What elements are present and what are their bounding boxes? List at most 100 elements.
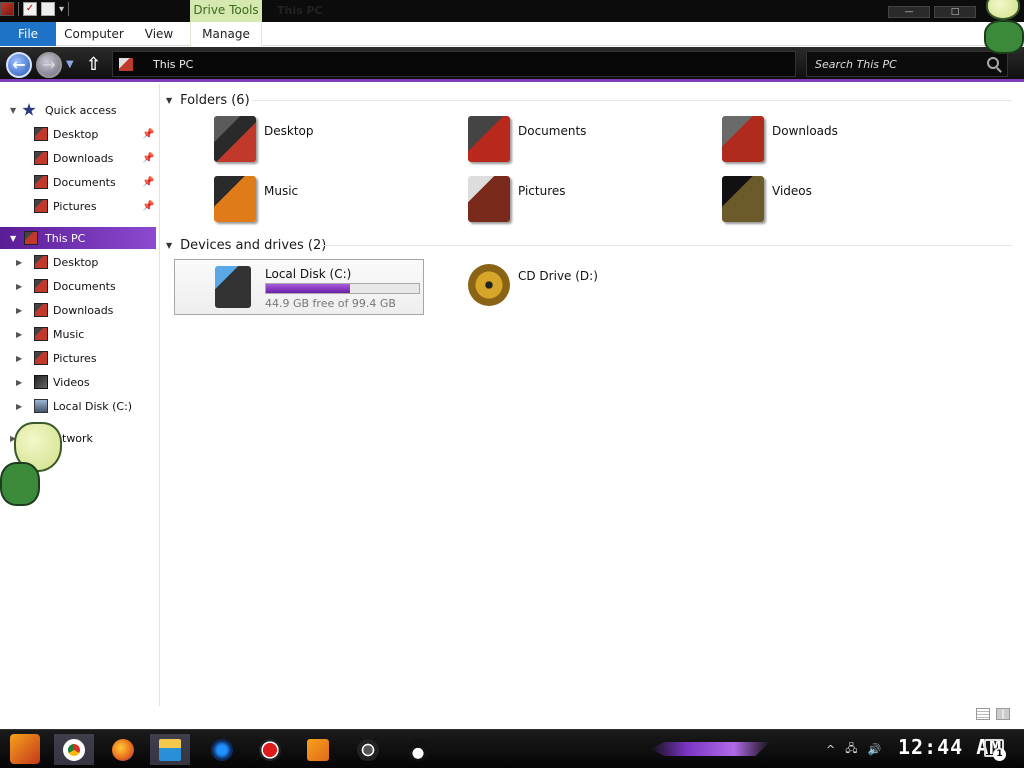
sidebar-item-local-disk[interactable]: ▶ Local Disk (C:) [0,395,156,417]
pictures-icon [34,199,48,213]
sidebar-item-label: Pictures [53,351,97,365]
network-icon[interactable]: 🖧 [845,740,857,759]
tab-file[interactable]: File [0,22,56,46]
sidebar-item-documents[interactable]: Documents 📌 [0,171,156,193]
expand-arrow-icon[interactable]: ▼ [10,106,16,115]
minimize-button[interactable]: — [888,6,930,18]
pin-icon[interactable]: 📌 [142,153,154,164]
search-icon[interactable] [987,57,999,69]
sidebar-item-label: Music [53,327,85,341]
sidebar-item-label: Downloads [53,303,114,317]
collapse-arrow-icon[interactable]: ▶ [16,354,22,363]
firefox-icon [112,738,134,761]
taskbar-media-disc[interactable] [202,734,242,765]
back-button[interactable]: ← [6,52,32,78]
collapse-arrow-icon[interactable]: ▶ [16,258,22,267]
details-view-icon[interactable] [976,708,990,720]
desktop-icon [34,255,48,269]
this-pc-icon [119,58,133,71]
taskbar-file-explorer[interactable] [150,734,190,765]
folder-label: Music [264,184,299,198]
sidebar-item-desktop[interactable]: Desktop 📌 [0,123,156,145]
drive-tile-cd[interactable]: CD Drive (D:) [466,259,686,315]
sidebar-item-this-pc[interactable]: ▼ This PC [0,227,156,249]
forward-button[interactable]: → [36,52,62,78]
drives-group-header[interactable]: ▼ Devices and drives (2) [166,235,326,255]
taskbar-tux[interactable] [398,734,438,765]
tab-manage[interactable]: Manage [190,22,262,46]
sidebar-item-videos[interactable]: ▶ Videos [0,371,156,393]
sidebar-item-label: twork [62,431,93,445]
folder-icon[interactable] [0,2,14,16]
sidebar-item-pictures[interactable]: ▶ Pictures [0,347,156,369]
taskbar-obs[interactable] [348,734,388,765]
taskbar-firefox[interactable] [103,734,143,765]
properties-icon[interactable]: ✓ [23,2,37,16]
drive-usage-bar [265,283,420,294]
pin-icon[interactable]: 📌 [142,129,154,140]
system-tray: ^ 🖧 🔊 [826,740,881,759]
drive-tile-local-disk[interactable]: Local Disk (C:) 44.9 GB free of 99.4 GB [174,259,424,315]
tab-computer[interactable]: Computer [60,22,128,46]
documents-icon [34,279,48,293]
folder-label: Videos [772,184,812,198]
maximize-button[interactable]: □ [934,6,976,18]
folder-tile-downloads[interactable]: Downloads [722,116,962,170]
drive-free-space: 44.9 GB free of 99.4 GB [265,297,396,310]
folder-tile-videos[interactable]: Videos [722,176,962,230]
pin-icon[interactable]: 📌 [142,177,154,188]
collapse-group-icon[interactable]: ▼ [166,96,172,105]
mascot-body-decoration [984,20,1024,54]
volume-icon[interactable]: 🔊 [867,743,881,756]
show-hidden-icons-icon[interactable]: ^ [826,743,835,756]
folder-tile-music[interactable]: Music [214,176,454,230]
new-folder-icon[interactable] [41,2,55,16]
large-icons-view-icon[interactable] [996,708,1010,720]
videos-folder-icon [722,176,764,222]
sidebar-item-pictures[interactable]: Pictures 📌 [0,195,156,217]
collapse-arrow-icon[interactable]: ▶ [16,402,22,411]
group-divider [252,100,1012,101]
folder-tile-pictures[interactable]: Pictures [468,176,708,230]
taskbar-recorder[interactable] [250,734,290,765]
sidebar-item-label: Local Disk (C:) [53,399,133,413]
star-icon [22,103,36,116]
downloads-folder-icon [722,116,764,162]
sidebar-item-desktop[interactable]: ▶ Desktop [0,251,156,273]
sidebar-item-label: Pictures [53,199,97,213]
chrome-icon [63,738,85,761]
drive-tools-tab-group: Drive Tools [190,0,262,22]
music-icon [34,327,48,341]
folder-tile-desktop[interactable]: Desktop [214,116,454,170]
sidebar-item-music[interactable]: ▶ Music [0,323,156,345]
collapse-arrow-icon[interactable]: ▶ [16,330,22,339]
collapse-arrow-icon[interactable]: ▶ [16,306,22,315]
recent-locations-icon[interactable]: ▼ [66,59,74,70]
music-folder-icon [214,176,256,222]
local-disk-icon [34,399,48,413]
up-arrow-icon[interactable]: ⇧ [86,54,101,75]
search-input[interactable]: Search This PC [806,51,1008,77]
file-explorer-icon [159,738,181,761]
taskbar-chrome[interactable] [54,734,94,765]
taskbar-media-player[interactable] [298,734,338,765]
address-field[interactable]: This PC [112,51,796,77]
sidebar-item-downloads[interactable]: Downloads 📌 [0,147,156,169]
folder-tile-documents[interactable]: Documents [468,116,708,170]
sidebar-item-downloads[interactable]: ▶ Downloads [0,299,156,321]
tab-view[interactable]: View [136,22,182,46]
quick-access-toolbar: ✓ ▾ [0,2,70,16]
view-toggles [976,708,1010,720]
start-button[interactable] [10,734,40,764]
sidebar-item-label: Documents [53,175,116,189]
sidebar-item-documents[interactable]: ▶ Documents [0,275,156,297]
folders-group-header[interactable]: ▼ Folders (6) [166,90,250,110]
collapse-arrow-icon[interactable]: ▶ [16,378,22,387]
collapse-group-icon[interactable]: ▼ [166,241,172,250]
window-title: This PC [277,4,323,17]
sidebar-item-quick-access[interactable]: ▼ Quick access [0,99,156,121]
pin-icon[interactable]: 📌 [142,201,154,212]
collapse-arrow-icon[interactable]: ▶ [16,282,22,291]
customize-toolbar-icon[interactable]: ▾ [59,4,64,15]
expand-arrow-icon[interactable]: ▼ [10,234,16,243]
